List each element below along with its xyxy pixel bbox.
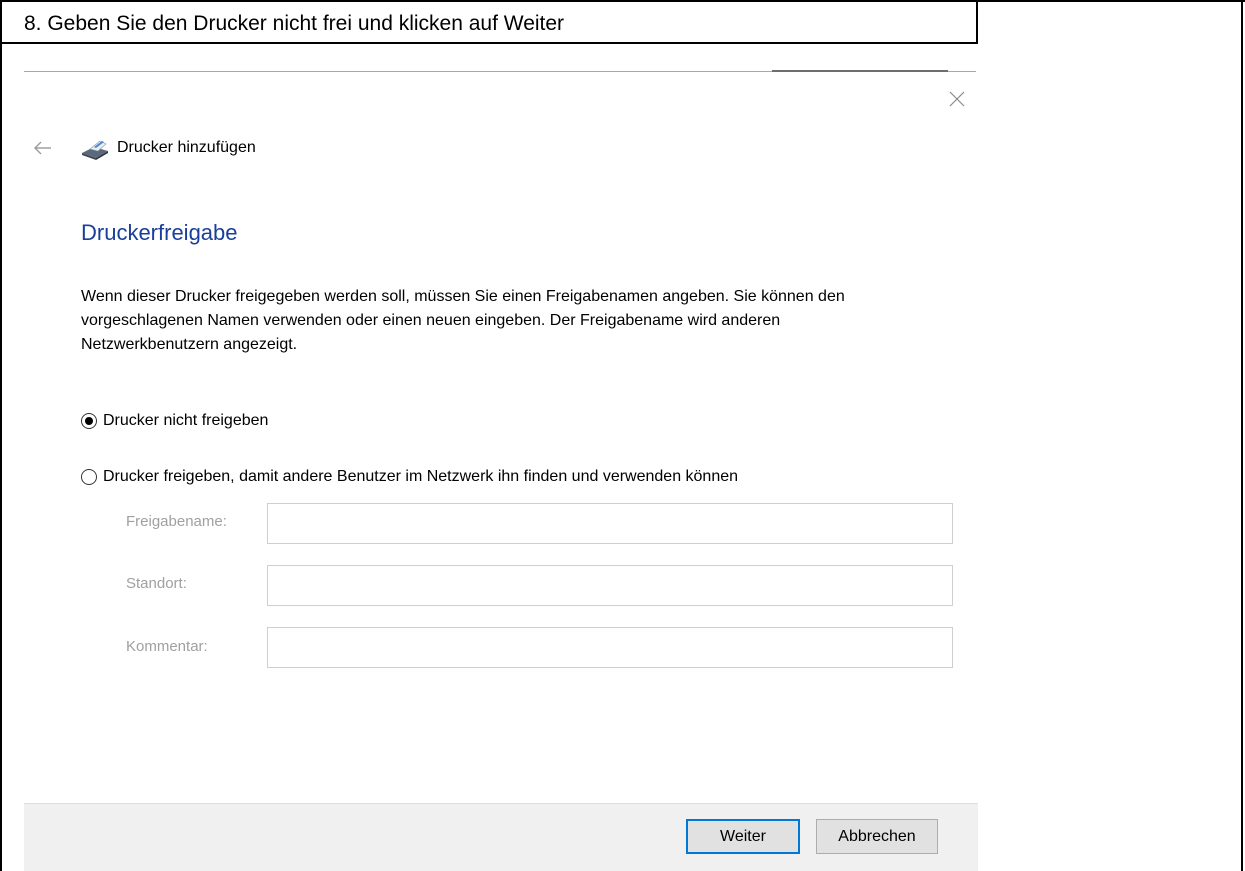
frame-right-border (1241, 0, 1243, 871)
radio-no-share[interactable]: Drucker nicht freigeben (81, 412, 268, 430)
share-name-label: Freigabename: (126, 513, 227, 530)
frame-top-border (0, 0, 1245, 2)
step-caption: 8. Geben Sie den Drucker nicht frei und … (24, 12, 565, 35)
comment-label: Kommentar: (126, 638, 208, 655)
frame-caption-divider (976, 0, 978, 44)
dialog-top-edge-accent (772, 70, 948, 72)
radio-share-label[interactable]: Drucker freigeben, damit andere Benutzer… (103, 468, 738, 486)
share-name-input[interactable] (267, 503, 953, 544)
next-button[interactable]: Weiter (686, 819, 800, 854)
cancel-button[interactable]: Abbrechen (816, 819, 938, 854)
radio-share[interactable]: Drucker freigeben, damit andere Benutzer… (81, 468, 738, 486)
radio-selected-dot (85, 417, 93, 425)
back-arrow-icon[interactable] (32, 138, 54, 158)
wizard-title: Drucker hinzufügen (117, 139, 256, 156)
radio-no-share-label[interactable]: Drucker nicht freigeben (103, 412, 268, 430)
frame-left-border (0, 0, 2, 871)
location-label: Standort: (126, 575, 187, 592)
frame-caption-underline (0, 42, 978, 44)
printer-icon (82, 140, 108, 160)
comment-input[interactable] (267, 627, 953, 668)
location-input[interactable] (267, 565, 953, 606)
description-text: Wenn dieser Drucker freigegeben werden s… (81, 288, 845, 353)
section-heading: Druckerfreigabe (81, 220, 238, 245)
radio-no-share-circle[interactable] (81, 413, 97, 429)
radio-share-circle[interactable] (81, 469, 97, 485)
close-icon[interactable] (944, 86, 970, 112)
